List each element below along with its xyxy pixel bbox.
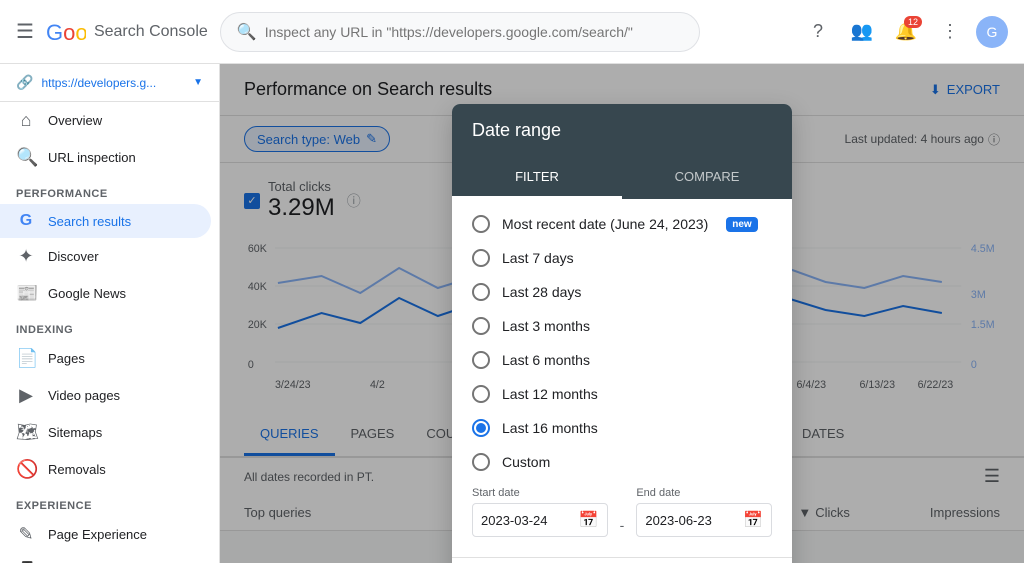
modal-footer: All dates recorded in PT. CANCEL APPLY bbox=[452, 557, 792, 563]
sidebar-section-indexing: Indexing bbox=[0, 312, 219, 340]
sidebar-item-google-news[interactable]: 📰 Google News bbox=[0, 275, 211, 312]
logo-area: Google Search Console bbox=[46, 18, 208, 46]
modal-body: Most recent date (June 24, 2023) new Las… bbox=[452, 199, 792, 557]
modal-tab-compare[interactable]: COMPARE bbox=[622, 157, 792, 199]
sidebar: 🔗 https://developers.g... ▼ ⌂ Overview 🔍… bbox=[0, 64, 220, 563]
radio-option-7days[interactable]: Last 7 days bbox=[452, 241, 792, 275]
start-date-value: 2023-03-24 bbox=[481, 513, 548, 528]
sidebar-item-label: Sitemaps bbox=[48, 425, 102, 440]
start-date-label: Start date bbox=[472, 487, 608, 499]
google-g-icon: G bbox=[16, 212, 36, 230]
sidebar-item-url-inspection[interactable]: 🔍 URL inspection bbox=[0, 139, 211, 176]
video-icon: ▶ bbox=[16, 385, 36, 406]
sidebar-item-label: Video pages bbox=[48, 388, 120, 403]
radio-option-28days[interactable]: Last 28 days bbox=[452, 275, 792, 309]
sidebar-item-label: Pages bbox=[48, 351, 85, 366]
sidebar-item-label: Google News bbox=[48, 286, 126, 301]
people-icon[interactable]: 👥 bbox=[844, 14, 880, 50]
radio-circle-checked bbox=[472, 419, 490, 437]
sidebar-item-video-pages[interactable]: ▶ Video pages bbox=[0, 377, 211, 414]
url-search-input[interactable] bbox=[265, 24, 683, 40]
sidebar-item-label: Search results bbox=[48, 214, 131, 229]
radio-circle bbox=[472, 317, 490, 335]
notification-badge: 12 bbox=[904, 16, 922, 28]
sidebar-item-label: URL inspection bbox=[48, 150, 136, 165]
sidebar-item-pages[interactable]: 📄 Pages bbox=[0, 340, 211, 377]
remove-icon: 🚫 bbox=[16, 459, 36, 480]
calendar-icon: 📅 bbox=[579, 510, 599, 530]
google-logo-icon: Google bbox=[46, 18, 86, 46]
radio-circle bbox=[472, 351, 490, 369]
sidebar-item-removals[interactable]: 🚫 Removals bbox=[0, 451, 211, 488]
modal-tab-filter[interactable]: FILTER bbox=[452, 157, 622, 199]
modal-title: Date range bbox=[452, 104, 792, 157]
radio-option-most-recent[interactable]: Most recent date (June 24, 2023) new bbox=[452, 207, 792, 241]
date-separator: - bbox=[616, 517, 629, 533]
main-content: Performance on Search results ⬇ EXPORT S… bbox=[220, 64, 1024, 563]
search-icon: 🔍 bbox=[16, 147, 36, 168]
radio-circle bbox=[472, 453, 490, 471]
notifications-icon[interactable]: 🔔 12 bbox=[888, 14, 924, 50]
news-icon: 📰 bbox=[16, 283, 36, 304]
search-icon: 🔍 bbox=[237, 22, 257, 42]
sitemap-icon: 🗺 bbox=[16, 422, 36, 443]
date-inputs: Start date 2023-03-24 📅 - End date 2023-… bbox=[452, 479, 792, 549]
avatar[interactable]: G bbox=[976, 16, 1008, 48]
sidebar-item-overview[interactable]: ⌂ Overview bbox=[0, 102, 211, 139]
end-date-field[interactable]: 2023-06-23 📅 bbox=[636, 503, 772, 537]
app-title: Search Console bbox=[94, 23, 208, 41]
sidebar-item-discover[interactable]: ✦ Discover bbox=[0, 238, 211, 275]
radio-circle bbox=[472, 283, 490, 301]
sidebar-item-label: Page Experience bbox=[48, 527, 147, 542]
end-date-value: 2023-06-23 bbox=[645, 513, 712, 528]
help-icon[interactable]: ? bbox=[800, 14, 836, 50]
sidebar-item-label: Removals bbox=[48, 462, 106, 477]
nav-icons: ? 👥 🔔 12 ⋮ G bbox=[800, 14, 1008, 50]
sidebar-item-label: Overview bbox=[48, 113, 102, 128]
modal-tabs: FILTER COMPARE bbox=[452, 157, 792, 199]
sidebar-item-core-web-vitals[interactable]: 📱 Core Web Vitals bbox=[0, 553, 211, 563]
discover-icon: ✦ bbox=[16, 246, 36, 267]
date-range-modal: Date range FILTER COMPARE Most recent da… bbox=[452, 104, 792, 563]
sidebar-item-label: Discover bbox=[48, 249, 99, 264]
pages-icon: 📄 bbox=[16, 348, 36, 369]
chevron-down-icon: ▼ bbox=[193, 77, 203, 88]
radio-circle bbox=[472, 385, 490, 403]
svg-text:Google: Google bbox=[46, 20, 86, 45]
radio-option-6months[interactable]: Last 6 months bbox=[452, 343, 792, 377]
end-date-group: End date 2023-06-23 📅 bbox=[636, 487, 772, 537]
experience-icon: ✎ bbox=[16, 524, 36, 545]
end-date-label: End date bbox=[636, 487, 772, 499]
sidebar-item-search-results[interactable]: G Search results bbox=[0, 204, 211, 238]
apps-icon[interactable]: ⋮ bbox=[932, 14, 968, 50]
top-nav: ☰ Google Search Console 🔍 ? 👥 🔔 12 ⋮ G bbox=[0, 0, 1024, 64]
sidebar-item-page-experience[interactable]: ✎ Page Experience bbox=[0, 516, 211, 553]
radio-circle bbox=[472, 249, 490, 267]
sidebar-section-experience: Experience bbox=[0, 488, 219, 516]
modal-overlay: Date range FILTER COMPARE Most recent da… bbox=[220, 64, 1024, 563]
link-icon: 🔗 bbox=[16, 74, 33, 91]
radio-option-custom[interactable]: Custom bbox=[452, 445, 792, 479]
start-date-field[interactable]: 2023-03-24 📅 bbox=[472, 503, 608, 537]
home-icon: ⌂ bbox=[16, 110, 36, 131]
menu-icon[interactable]: ☰ bbox=[16, 19, 34, 44]
sidebar-item-sitemaps[interactable]: 🗺 Sitemaps bbox=[0, 414, 211, 451]
start-date-group: Start date 2023-03-24 📅 bbox=[472, 487, 608, 537]
main-layout: 🔗 https://developers.g... ▼ ⌂ Overview 🔍… bbox=[0, 64, 1024, 563]
property-selector[interactable]: 🔗 https://developers.g... ▼ bbox=[0, 64, 219, 102]
radio-option-3months[interactable]: Last 3 months bbox=[452, 309, 792, 343]
radio-option-12months[interactable]: Last 12 months bbox=[452, 377, 792, 411]
radio-option-16months[interactable]: Last 16 months bbox=[452, 411, 792, 445]
sidebar-section-performance: Performance bbox=[0, 176, 219, 204]
search-bar[interactable]: 🔍 bbox=[220, 12, 700, 52]
radio-circle bbox=[472, 215, 490, 233]
property-url: https://developers.g... bbox=[41, 76, 156, 90]
calendar-icon: 📅 bbox=[743, 510, 763, 530]
